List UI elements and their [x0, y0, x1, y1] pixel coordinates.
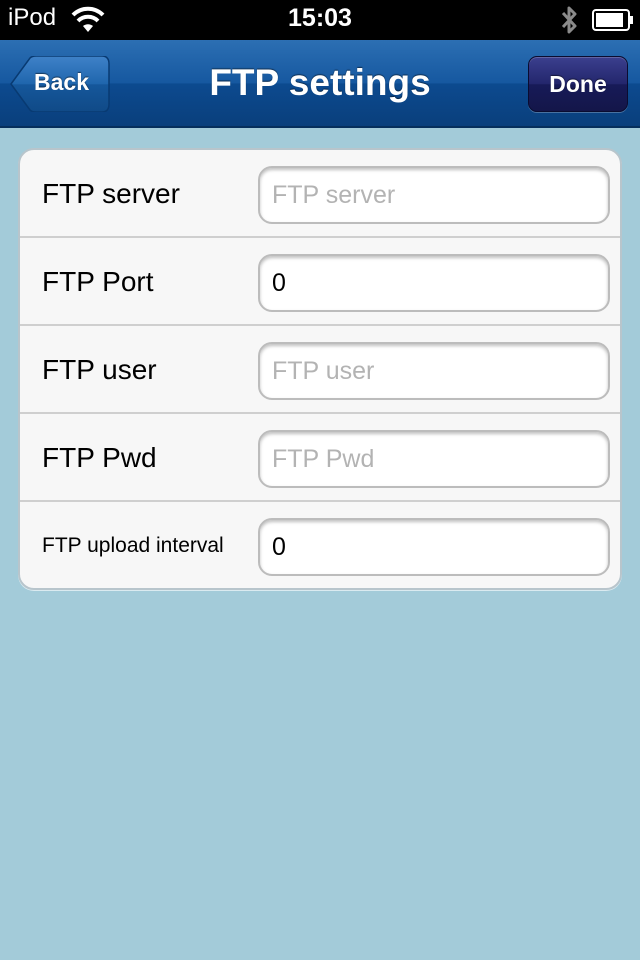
ftp-pwd-input[interactable] — [258, 430, 610, 488]
done-button[interactable]: Done — [528, 56, 628, 112]
ftp-upload-interval-label: FTP upload interval — [42, 534, 224, 557]
ftp-port-label: FTP Port — [42, 266, 154, 297]
ftp-pwd-row: FTP Pwd — [20, 414, 620, 502]
ftp-pwd-label: FTP Pwd — [42, 442, 157, 473]
ftp-upload-interval-input[interactable] — [258, 518, 610, 576]
ftp-user-row: FTP user — [20, 326, 620, 414]
ftp-upload-interval-row: FTP upload interval — [20, 502, 620, 588]
ftp-port-input[interactable] — [258, 254, 610, 312]
navigation-bar: Back FTP settings Done — [0, 40, 640, 128]
bluetooth-icon — [561, 6, 577, 34]
battery-icon — [592, 9, 633, 31]
ftp-server-input[interactable] — [258, 166, 610, 224]
clock: 15:03 — [288, 4, 352, 32]
ftp-port-row: FTP Port — [20, 238, 620, 326]
ftp-server-row: FTP server — [20, 150, 620, 238]
ftp-user-input[interactable] — [258, 342, 610, 400]
ftp-server-label: FTP server — [42, 178, 180, 209]
status-bar: iPod 15:03 — [0, 0, 640, 40]
ftp-user-label: FTP user — [42, 354, 157, 385]
ftp-settings-table: FTP server FTP Port FTP user FTP Pwd FTP… — [18, 148, 622, 590]
